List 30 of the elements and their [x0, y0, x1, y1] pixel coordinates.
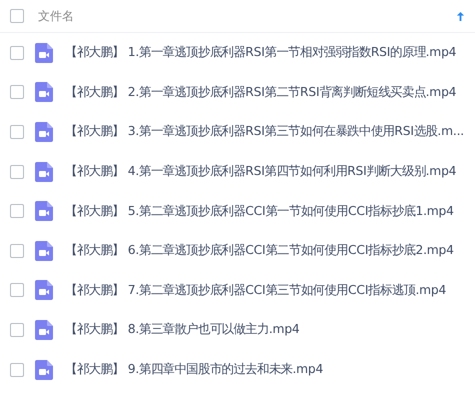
file-name[interactable]: 【祁大鹏】 7.第二章逃顶抄底利器CCI第三节如何使用CCI指标逃顶.mp4 — [65, 282, 446, 299]
checkbox[interactable] — [10, 164, 24, 179]
checkbox[interactable] — [10, 124, 24, 139]
checkbox[interactable] — [10, 46, 24, 60]
video-file-icon — [35, 42, 53, 63]
checkbox[interactable] — [10, 204, 24, 218]
checkbox[interactable] — [10, 322, 24, 337]
checkbox[interactable] — [10, 9, 24, 23]
checkbox[interactable] — [10, 244, 24, 258]
video-file-icon — [35, 320, 53, 340]
file-name[interactable]: 【祁大鹏】 2.第一章逃顶抄底利器RSI第二节RSI背离判断短线买卖点.mp4 — [65, 84, 456, 101]
file-name[interactable]: 【祁大鹏】 9.第四章中国股市的过去和未来.mp4 — [65, 361, 324, 378]
video-file-icon — [35, 240, 53, 261]
file-name[interactable]: 【祁大鹏】 5.第二章逃顶抄底利器CCI第一节如何使用CCI指标抄底1.mp4 — [65, 202, 454, 220]
video-file-icon — [35, 280, 53, 300]
video-file-icon — [35, 201, 53, 222]
column-header[interactable]: 文件名 — [38, 8, 456, 24]
sort-arrow-icon[interactable] — [456, 10, 465, 22]
file-name[interactable]: 【祁大鹏】 4.第一章逃顶抄底利器RSI第四节如何利用RSI判断大级别.mp4 — [65, 163, 456, 180]
file-name[interactable]: 【祁大鹏】 1.第一章逃顶抄底利器RSI第一节相对强弱指数RSI的原理.mp4 — [65, 44, 456, 62]
video-file-icon — [35, 162, 53, 182]
file-name[interactable]: 【祁大鹏】 3.第一章逃顶抄底利器RSI第三节如何在暴跌中使用RSI选股.m... — [65, 123, 464, 140]
checkbox[interactable] — [10, 362, 24, 377]
checkbox[interactable] — [10, 85, 24, 100]
file-name[interactable]: 【祁大鹏】 8.第三章散户也可以做主力.mp4 — [65, 321, 300, 338]
checkbox[interactable] — [10, 283, 24, 298]
video-file-icon — [35, 360, 53, 380]
video-file-icon — [35, 82, 53, 102]
file-name[interactable]: 【祁大鹏】 6.第二章逃顶抄底利器CCI第二节如何使用CCI指标抄底2.mp4 — [65, 242, 454, 260]
video-file-icon — [35, 122, 53, 142]
